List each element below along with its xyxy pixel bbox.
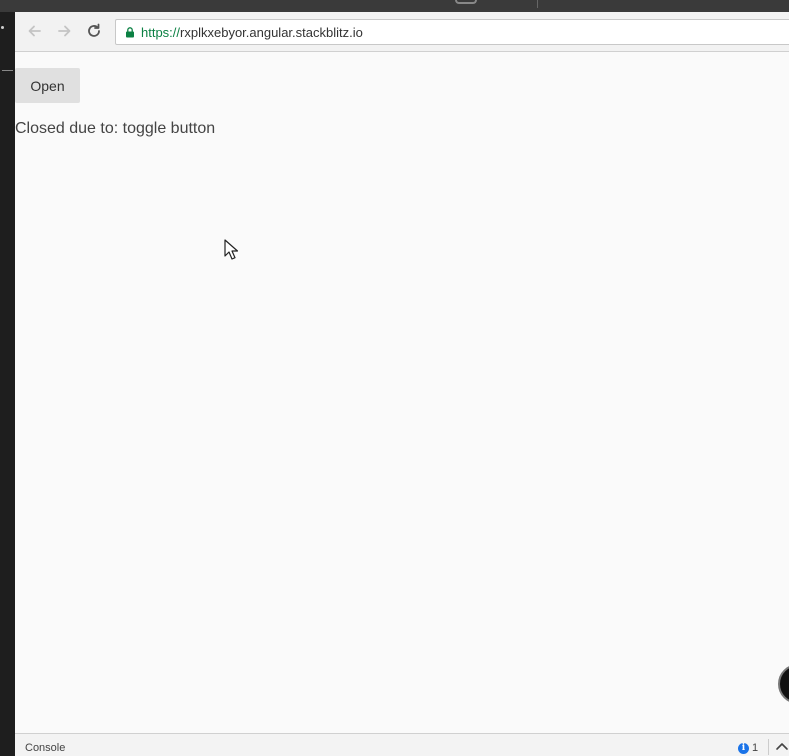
info-count: 1: [752, 742, 759, 754]
mouse-pointer-icon: [224, 239, 238, 260]
arrow-left-icon: [28, 25, 41, 37]
console-separator: [768, 739, 769, 755]
console-bar: Console i 1: [15, 733, 789, 756]
back-button[interactable]: [24, 20, 46, 42]
floating-action-button[interactable]: [778, 664, 789, 704]
panel-dot-icon: [1, 26, 4, 29]
lock-icon: [126, 27, 134, 38]
editor-logo-mark-icon: [455, 0, 477, 4]
console-tab[interactable]: Console: [25, 742, 65, 754]
forward-button[interactable]: [53, 20, 75, 42]
panel-tick: [2, 70, 13, 71]
page-viewport: Open Closed due to: toggle button: [15, 52, 789, 733]
open-button[interactable]: Open: [15, 68, 80, 103]
url-scheme: https://: [141, 25, 181, 40]
closed-reason-text: Closed due to: toggle button: [15, 120, 216, 137]
editor-left-panel: [0, 12, 15, 756]
reload-icon: [88, 23, 100, 37]
address-bar[interactable]: https://rxplkxebyor.angular.stackblitz.i…: [115, 19, 789, 45]
url-host: rxplkxebyor.angular.stackblitz.io: [180, 25, 363, 40]
browser-toolbar: https://rxplkxebyor.angular.stackblitz.i…: [15, 12, 789, 52]
editor-top-separator: [537, 0, 538, 8]
reload-button[interactable]: [83, 20, 105, 42]
editor-top-strip: [0, 0, 789, 12]
chevron-up-icon[interactable]: [775, 741, 789, 751]
arrow-right-icon: [58, 25, 71, 37]
url-text: https://rxplkxebyor.angular.stackblitz.i…: [141, 25, 363, 40]
info-icon: i: [738, 743, 749, 754]
